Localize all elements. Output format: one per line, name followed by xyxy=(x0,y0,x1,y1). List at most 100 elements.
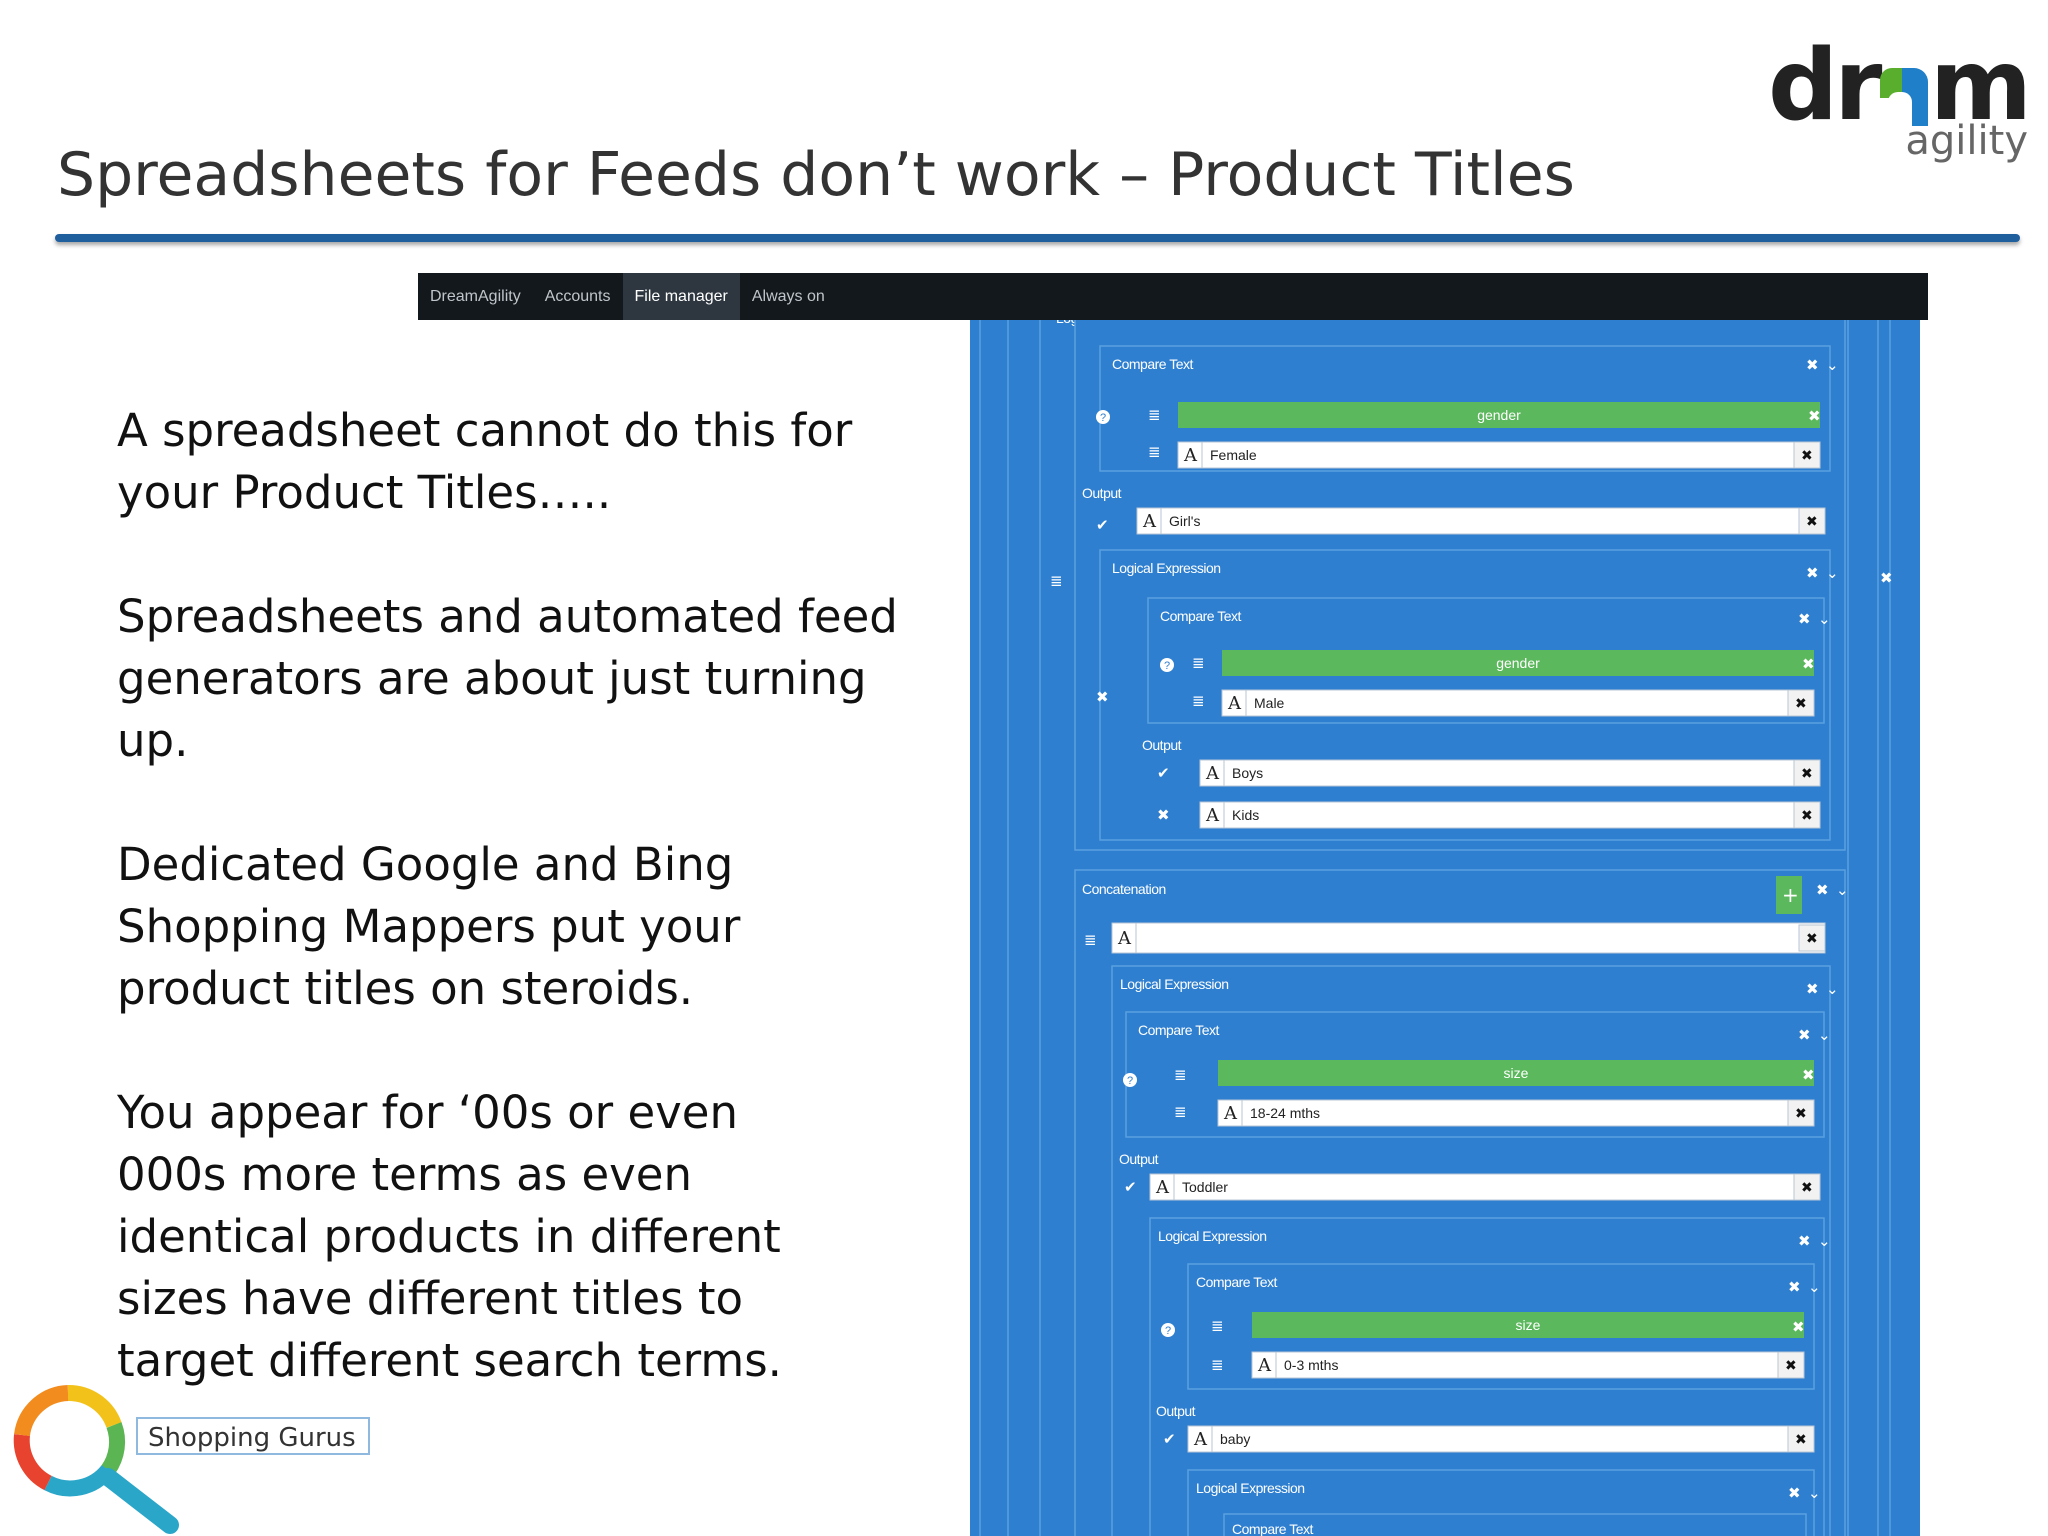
bullet-2: Spreadsheets and automated feed generato… xyxy=(117,590,898,767)
chevron-down-icon[interactable]: ⌄ xyxy=(1836,881,1849,899)
delete-icon[interactable]: ✖ xyxy=(1801,1180,1813,1196)
chevron-down-icon[interactable]: ⌄ xyxy=(1808,1484,1821,1502)
remove-icon[interactable]: ✖ xyxy=(1808,407,1821,425)
concat-text-input xyxy=(1111,922,1826,954)
expression-builder-panel: Logical Expression ✖ ⌄ Compare Text ✖ ⌄ … xyxy=(970,320,1920,1536)
remove-icon[interactable]: ✖ xyxy=(1096,688,1109,706)
chevron-down-icon[interactable]: ⌄ xyxy=(1826,980,1839,998)
close-icon[interactable]: ✖ xyxy=(1806,564,1819,582)
logical-expression-label: Logical Expression xyxy=(1120,976,1229,992)
bullet-1: A spreadsheet cannot do this for your Pr… xyxy=(117,404,853,519)
logical-expression-label: Logical Expression xyxy=(1196,1480,1305,1496)
dream-agility-logo: dr m agility xyxy=(1768,29,2032,166)
close-icon[interactable]: ✖ xyxy=(1816,881,1829,899)
text-input xyxy=(1221,689,1815,717)
nav-file-manager[interactable]: File manager xyxy=(622,273,740,320)
compare-text-label: Compare Text xyxy=(1196,1274,1278,1290)
close-icon[interactable]: ✖ xyxy=(1806,980,1819,998)
text-type-icon: A xyxy=(1223,1103,1238,1124)
logical-expression-label: Logical Expression xyxy=(1158,1228,1267,1244)
chevron-down-icon[interactable]: ⌄ xyxy=(1826,564,1839,582)
chevron-down-icon[interactable]: ⌄ xyxy=(1826,356,1839,374)
close-icon[interactable]: ✖ xyxy=(1798,610,1811,628)
chevron-down-icon[interactable]: ⌄ xyxy=(1808,1278,1821,1296)
drag-handle-icon[interactable]: ≣ xyxy=(1192,692,1205,710)
text-type-icon: A xyxy=(1205,805,1220,826)
output-label: Output xyxy=(1156,1403,1196,1419)
slide-title: Spreadsheets for Feeds don’t work – Prod… xyxy=(57,140,1575,210)
drag-handle-icon[interactable]: ≣ xyxy=(1211,1356,1224,1374)
logical-expression-label: Logical Expression xyxy=(1112,560,1221,576)
check-icon: ✔ xyxy=(1163,1430,1176,1448)
title-rule xyxy=(55,234,2020,242)
drag-handle-icon[interactable]: ≣ xyxy=(1192,654,1205,672)
concatenation-label: Concatenation xyxy=(1082,881,1166,897)
output-input xyxy=(1199,801,1821,829)
nav-dreamagility[interactable]: DreamAgility xyxy=(418,273,533,320)
delete-icon[interactable]: ✖ xyxy=(1795,1106,1807,1122)
shopping-gurus-logo: Shopping Gurus xyxy=(8,1375,428,1536)
help-icon-glyph: ? xyxy=(1100,412,1106,424)
compare-text-label: Compare Text xyxy=(1112,356,1194,372)
delete-icon[interactable]: ✖ xyxy=(1795,1432,1807,1448)
delete-icon[interactable]: ✖ xyxy=(1795,696,1807,712)
remove-icon[interactable]: ✖ xyxy=(1792,1318,1805,1336)
delete-icon[interactable]: ✖ xyxy=(1785,1358,1797,1374)
close-icon[interactable]: ✖ xyxy=(1798,1026,1811,1044)
check-icon: ✔ xyxy=(1096,516,1109,534)
delete-icon[interactable]: ✖ xyxy=(1806,931,1818,947)
text-type-icon: A xyxy=(1227,693,1242,714)
remove-icon[interactable]: ✖ xyxy=(1157,806,1170,824)
output-label: Output xyxy=(1082,485,1122,501)
text-type-icon: A xyxy=(1142,511,1157,532)
compare-text-label: Compare Text xyxy=(1232,1521,1314,1536)
close-icon[interactable]: ✖ xyxy=(1880,569,1893,587)
nav-always-on[interactable]: Always on xyxy=(740,273,837,320)
chevron-down-icon[interactable]: ⌄ xyxy=(1818,1232,1831,1250)
chevron-down-icon[interactable]: ⌄ xyxy=(1818,1026,1831,1044)
delete-icon[interactable]: ✖ xyxy=(1801,808,1813,824)
drag-handle-icon[interactable]: ≣ xyxy=(1148,406,1161,424)
input-value: Male xyxy=(1254,695,1285,711)
close-icon[interactable]: ✖ xyxy=(1788,1278,1801,1296)
compare-text-label: Compare Text xyxy=(1160,608,1242,624)
expression-builder-canvas: Logical Expression ✖ ⌄ Compare Text ✖ ⌄ … xyxy=(979,320,1893,1536)
shopping-gurus-wordmark: Shopping Gurus xyxy=(136,1417,370,1455)
chevron-down-icon[interactable]: ⌄ xyxy=(1818,610,1831,628)
text-type-icon: A xyxy=(1205,763,1220,784)
remove-icon[interactable]: ✖ xyxy=(1802,1066,1815,1084)
output-input xyxy=(1187,1425,1815,1453)
drag-handle-icon[interactable]: ≣ xyxy=(1050,572,1063,590)
output-input xyxy=(1149,1173,1821,1201)
nav-accounts[interactable]: Accounts xyxy=(533,273,623,320)
output-value: Kids xyxy=(1232,807,1259,823)
text-type-icon: A xyxy=(1257,1355,1272,1376)
field-name: size xyxy=(1516,1317,1541,1333)
compare-text-label: Compare Text xyxy=(1138,1022,1220,1038)
delete-icon[interactable]: ✖ xyxy=(1801,448,1813,464)
text-type-icon: A xyxy=(1183,445,1198,466)
drag-handle-icon[interactable]: ≣ xyxy=(1084,931,1097,949)
check-icon: ✔ xyxy=(1157,764,1170,782)
delete-icon[interactable]: ✖ xyxy=(1801,766,1813,782)
app-navbar: DreamAgility Accounts File manager Alway… xyxy=(418,273,1928,320)
close-icon[interactable]: ✖ xyxy=(1806,356,1819,374)
output-label: Output xyxy=(1142,737,1182,753)
text-type-icon: A xyxy=(1155,1177,1170,1198)
logo-word-left: dr xyxy=(1768,29,1883,143)
drag-handle-icon[interactable]: ≣ xyxy=(1174,1103,1187,1121)
svg-text:?: ? xyxy=(1164,660,1170,672)
output-input xyxy=(1199,759,1821,787)
delete-icon[interactable]: ✖ xyxy=(1806,514,1818,530)
close-icon[interactable]: ✖ xyxy=(1798,1232,1811,1250)
output-input xyxy=(1136,507,1826,535)
remove-icon[interactable]: ✖ xyxy=(1802,655,1815,673)
plus-icon[interactable]: + xyxy=(1782,883,1799,907)
drag-handle-icon[interactable]: ≣ xyxy=(1174,1066,1187,1084)
close-icon[interactable]: ✖ xyxy=(1788,1484,1801,1502)
drag-handle-icon[interactable]: ≣ xyxy=(1148,443,1161,461)
output-value: baby xyxy=(1220,1431,1250,1447)
output-label: Output xyxy=(1119,1151,1159,1167)
bullet-list: A spreadsheet cannot do this for your Pr… xyxy=(117,400,917,1454)
drag-handle-icon[interactable]: ≣ xyxy=(1211,1317,1224,1335)
